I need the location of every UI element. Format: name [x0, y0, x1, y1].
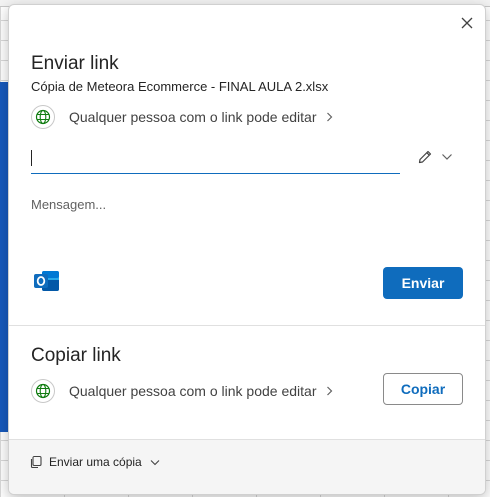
chevron-right-icon [326, 110, 333, 125]
outlook-button[interactable] [33, 268, 61, 294]
permission-label: Qualquer pessoa com o link pode editar [69, 383, 317, 399]
copy-link-permission[interactable]: Qualquer pessoa com o link pode editar [31, 379, 333, 403]
globe-icon [31, 379, 55, 403]
chevron-down-icon [442, 154, 452, 160]
send-copy-label: Enviar uma cópia [49, 455, 142, 469]
outlook-icon [34, 271, 59, 291]
text-caret [31, 150, 32, 166]
globe-icon [31, 105, 55, 129]
chevron-down-icon [150, 459, 160, 465]
message-field[interactable]: Mensagem... [31, 197, 106, 212]
copy-button[interactable]: Copiar [383, 373, 463, 405]
copy-icon [30, 455, 42, 469]
send-button[interactable]: Enviar [383, 267, 463, 299]
pencil-icon [418, 150, 432, 164]
permission-label: Qualquer pessoa com o link pode editar [69, 109, 317, 125]
send-link-permission[interactable]: Qualquer pessoa com o link pode editar [31, 105, 333, 129]
share-dialog: Enviar link Cópia de Meteora Ecommerce -… [8, 4, 486, 495]
close-icon [461, 17, 473, 29]
edit-permission-button[interactable] [417, 149, 453, 165]
close-button[interactable] [457, 13, 477, 33]
send-link-title: Enviar link [31, 53, 119, 74]
file-name: Cópia de Meteora Ecommerce - FINAL AULA … [31, 79, 329, 94]
chevron-right-icon [326, 384, 333, 399]
recipient-input[interactable] [31, 141, 400, 174]
send-copy-button[interactable]: Enviar uma cópia [29, 455, 160, 469]
section-divider [9, 325, 485, 326]
copy-link-title: Copiar link [31, 345, 121, 366]
